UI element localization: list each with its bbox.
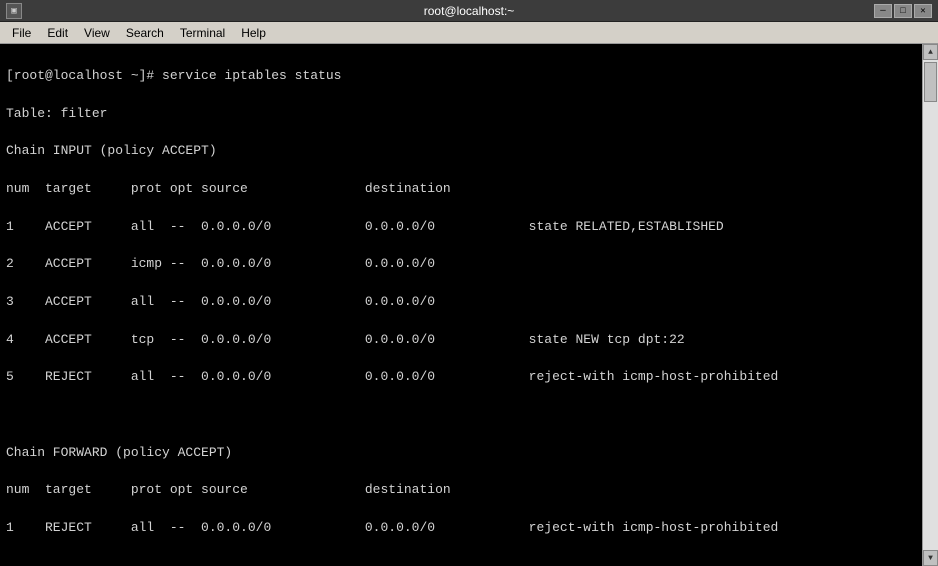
menu-search[interactable]: Search: [118, 24, 172, 42]
window-title: root@localhost:~: [424, 4, 515, 18]
terminal-line: 1 ACCEPT all -- 0.0.0.0/0 0.0.0.0/0 stat…: [6, 218, 916, 237]
minimize-button[interactable]: ─: [874, 4, 892, 18]
menu-edit[interactable]: Edit: [39, 24, 76, 42]
terminal-line: [6, 406, 916, 425]
terminal-line: [root@localhost ~]# service iptables sta…: [6, 67, 916, 86]
scrollbar-thumb[interactable]: [924, 62, 937, 102]
close-button[interactable]: ✕: [914, 4, 932, 18]
terminal-line: 1 REJECT all -- 0.0.0.0/0 0.0.0.0/0 reje…: [6, 519, 916, 538]
menu-terminal[interactable]: Terminal: [172, 24, 233, 42]
menu-view[interactable]: View: [76, 24, 118, 42]
menu-bar: File Edit View Search Terminal Help: [0, 22, 938, 44]
menu-help[interactable]: Help: [233, 24, 274, 42]
terminal-line: 2 ACCEPT icmp -- 0.0.0.0/0 0.0.0.0/0: [6, 255, 916, 274]
terminal-line: 4 ACCEPT tcp -- 0.0.0.0/0 0.0.0.0/0 stat…: [6, 331, 916, 350]
scrollbar[interactable]: ▲ ▼: [922, 44, 938, 566]
terminal-wrapper: [root@localhost ~]# service iptables sta…: [0, 44, 938, 566]
scroll-up-button[interactable]: ▲: [923, 44, 938, 60]
window-controls[interactable]: ─ □ ✕: [874, 4, 932, 18]
terminal-line: num target prot opt source destination: [6, 180, 916, 199]
terminal-line: Table: filter: [6, 105, 916, 124]
terminal-line: Chain INPUT (policy ACCEPT): [6, 142, 916, 161]
terminal-line: Chain FORWARD (policy ACCEPT): [6, 444, 916, 463]
terminal-line: 5 REJECT all -- 0.0.0.0/0 0.0.0.0/0 reje…: [6, 368, 916, 387]
scroll-down-button[interactable]: ▼: [923, 550, 938, 566]
window-icon: ▣: [6, 3, 22, 19]
terminal-line: [6, 557, 916, 566]
menu-file[interactable]: File: [4, 24, 39, 42]
title-bar: ▣ root@localhost:~ ─ □ ✕: [0, 0, 938, 22]
maximize-button[interactable]: □: [894, 4, 912, 18]
terminal-line: 3 ACCEPT all -- 0.0.0.0/0 0.0.0.0/0: [6, 293, 916, 312]
scrollbar-track[interactable]: [923, 60, 938, 550]
terminal-line: num target prot opt source destination: [6, 481, 916, 500]
terminal-content[interactable]: [root@localhost ~]# service iptables sta…: [0, 44, 922, 566]
